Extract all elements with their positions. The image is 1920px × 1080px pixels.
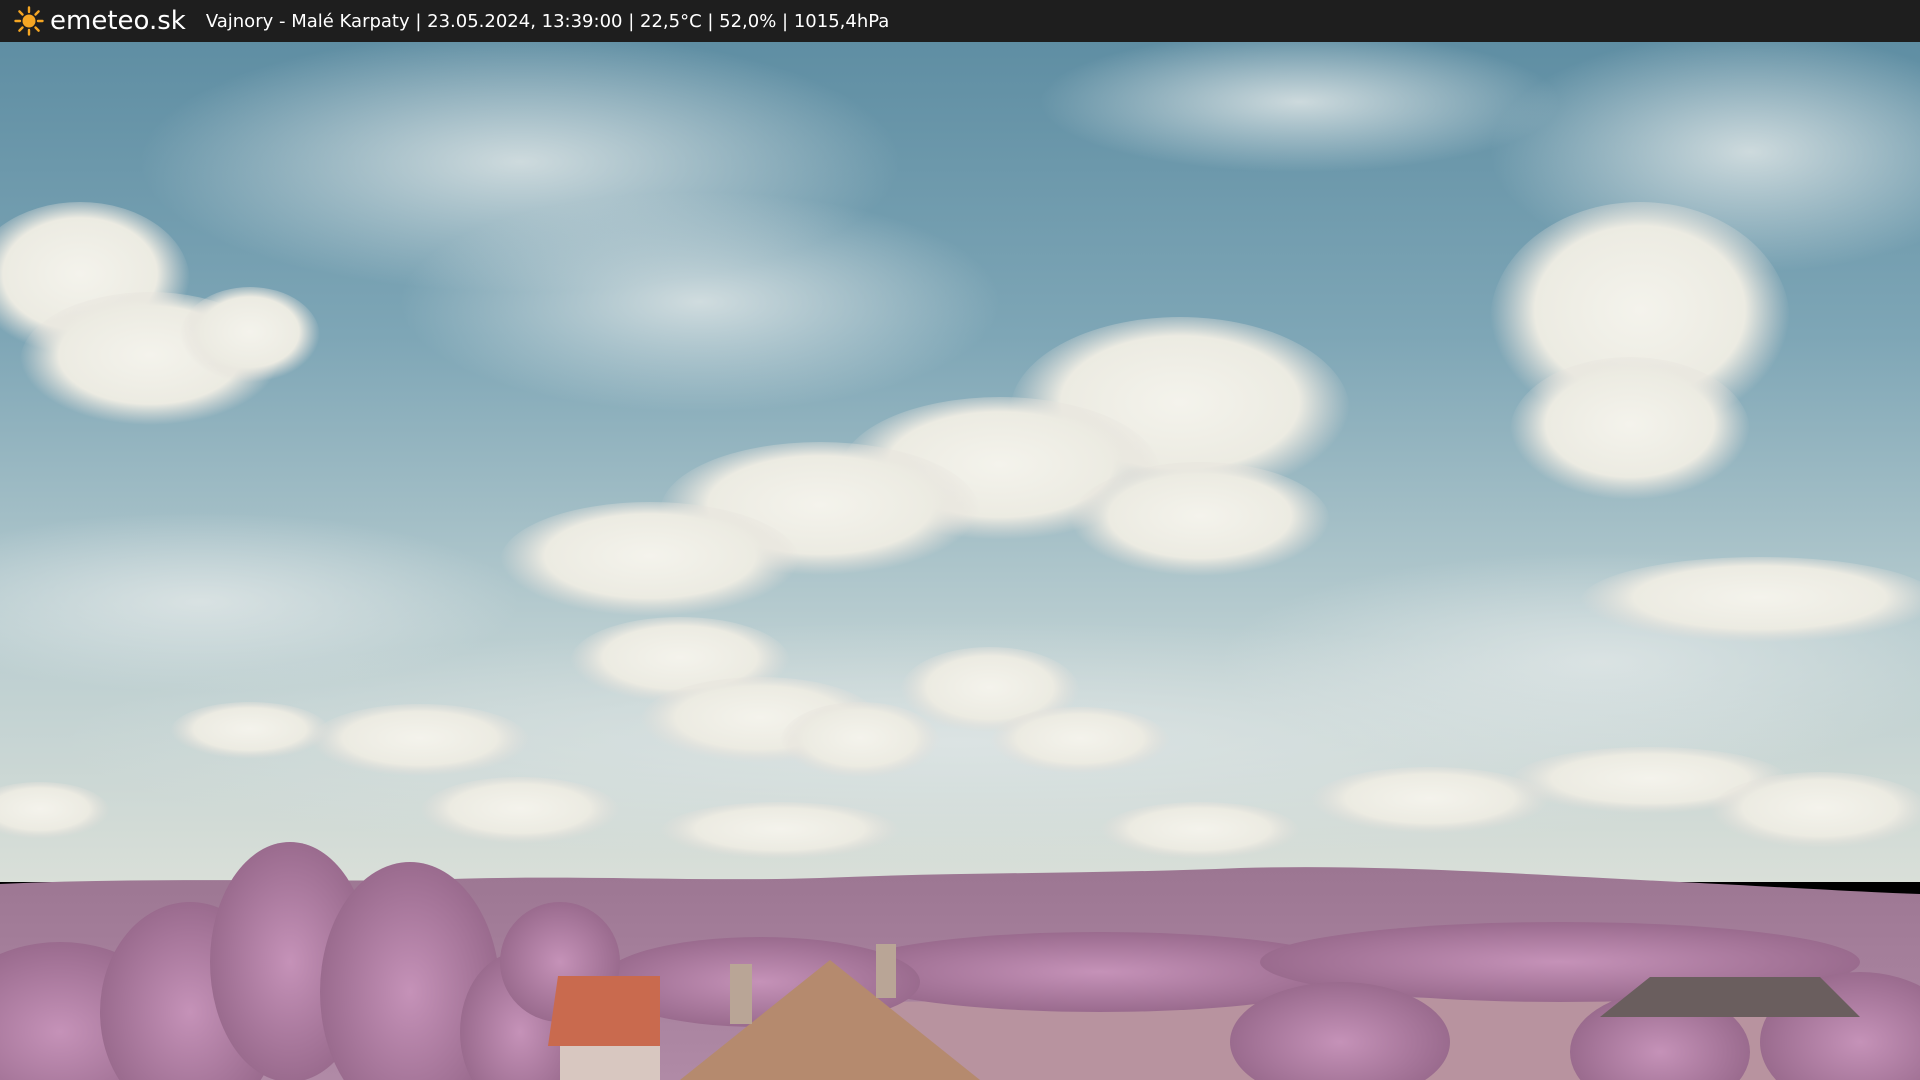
brand-logo[interactable]: emeteo.sk <box>14 0 186 42</box>
overlay-bar: emeteo.sk Vajnory - Malé Karpaty | 23.05… <box>0 0 1920 42</box>
landscape-scene <box>0 42 1920 1080</box>
station-caption: Vajnory - Malé Karpaty | 23.05.2024, 13:… <box>205 10 890 32</box>
house-left <box>548 976 660 1080</box>
sun-icon <box>14 6 44 36</box>
webcam-view: emeteo.sk Vajnory - Malé Karpaty | 23.05… <box>0 0 1920 1080</box>
logo-text: emeteo.sk <box>50 6 186 36</box>
camera-image <box>0 42 1920 1080</box>
